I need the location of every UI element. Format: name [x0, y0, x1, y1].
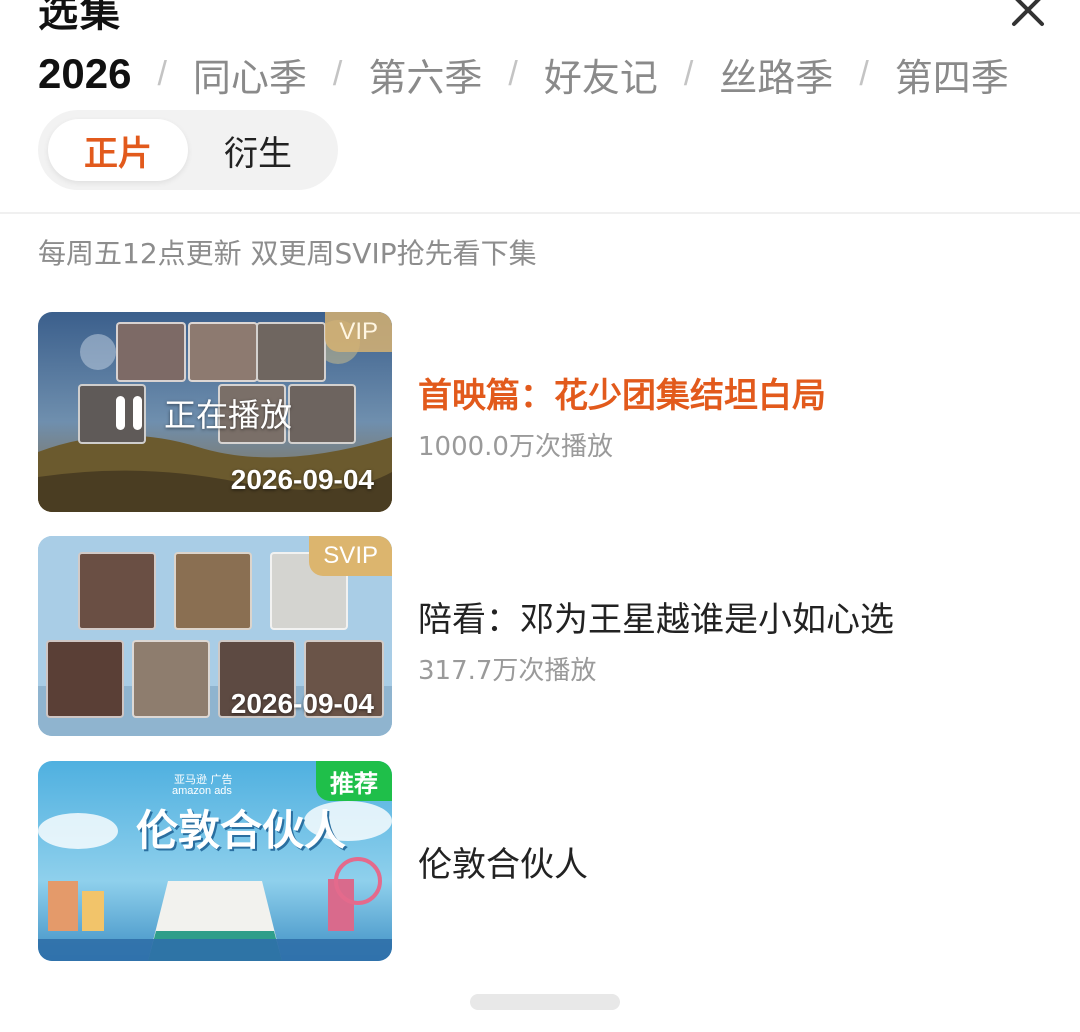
tab-separator: / [683, 54, 694, 93]
season-tab-season4[interactable]: 第四季 [895, 47, 1009, 102]
cast-photo [256, 322, 326, 382]
pause-icon [116, 396, 142, 430]
close-icon[interactable] [1004, 0, 1052, 34]
cast-photo [174, 552, 252, 630]
episode-item[interactable]: 亚马逊 广告 amazon ads 伦敦合伙人 推荐 伦敦合伙人 [38, 761, 1080, 961]
season-tab-season6[interactable]: 第六季 [368, 47, 482, 102]
now-playing-label: 正在播放 [164, 396, 293, 434]
episode-selector-sheet: 选集 2026 / 同心季 / 第六季 / 好友记 / 丝路季 / 第四季 正片… [0, 0, 1080, 1032]
cast-photo [188, 322, 258, 382]
season-tab-tongxin[interactable]: 同心季 [193, 47, 307, 102]
tab-separator: / [508, 54, 518, 93]
season-tab-silkroad[interactable]: 丝路季 [719, 47, 833, 102]
episode-item[interactable]: VIP 正在播放 2026-09-04 首映篇：花少团集结坦白局 1000.0万… [38, 312, 1080, 512]
spinoff-tab[interactable]: 衍生 [188, 119, 328, 181]
cast-photo [288, 384, 356, 444]
divider [0, 212, 1080, 214]
main-episodes-tab[interactable]: 正片 [48, 119, 188, 181]
episode-item[interactable]: SVIP 2026-09-04 陪看：邓为王星越谁是小如心选 317.7万次播放 [38, 536, 1080, 736]
episode-title[interactable]: 伦敦合伙人 [418, 837, 588, 886]
episode-title[interactable]: 首映篇：花少团集结坦白局 [418, 368, 826, 417]
tab-separator: / [157, 54, 167, 93]
cast-photo [116, 322, 186, 382]
cast-photo [78, 552, 156, 630]
episode-date: 2026-09-04 [230, 688, 374, 719]
svip-badge: SVIP [309, 536, 392, 576]
episode-view-count: 1000.0万次播放 [418, 432, 613, 462]
episode-view-count: 317.7万次播放 [418, 656, 597, 686]
episode-date: 2026-09-04 [230, 464, 374, 495]
vip-badge: VIP [325, 312, 392, 352]
recommend-badge: 推荐 [316, 761, 392, 801]
sponsor-label-en: amazon ads [172, 785, 232, 797]
season-tabs: 2026 / 同心季 / 第六季 / 好友记 / 丝路季 / 第四季 [38, 44, 1080, 104]
cast-photo [132, 640, 210, 718]
season-tab-friends[interactable]: 好友记 [544, 47, 658, 102]
episode-thumbnail[interactable]: SVIP 2026-09-04 [38, 536, 392, 736]
content-type-toggle: 正片 衍生 [38, 110, 338, 190]
cast-photo [46, 640, 124, 718]
episode-thumbnail[interactable]: VIP 正在播放 2026-09-04 [38, 312, 392, 512]
show-logo: 伦敦合伙人 [136, 806, 347, 855]
sheet-title: 选集 [38, 0, 122, 36]
update-schedule-note: 每周五12点更新 双更周SVIP抢先看下集 [38, 237, 537, 270]
tab-separator: / [859, 54, 869, 93]
season-tab-2026[interactable]: 2026 [38, 50, 131, 98]
now-playing-indicator: 正在播放 [116, 390, 292, 436]
episode-thumbnail[interactable]: 亚马逊 广告 amazon ads 伦敦合伙人 推荐 [38, 761, 392, 961]
tab-separator: / [332, 54, 343, 93]
episode-title[interactable]: 陪看：邓为王星越谁是小如心选 [418, 592, 894, 641]
home-indicator [470, 994, 620, 1010]
